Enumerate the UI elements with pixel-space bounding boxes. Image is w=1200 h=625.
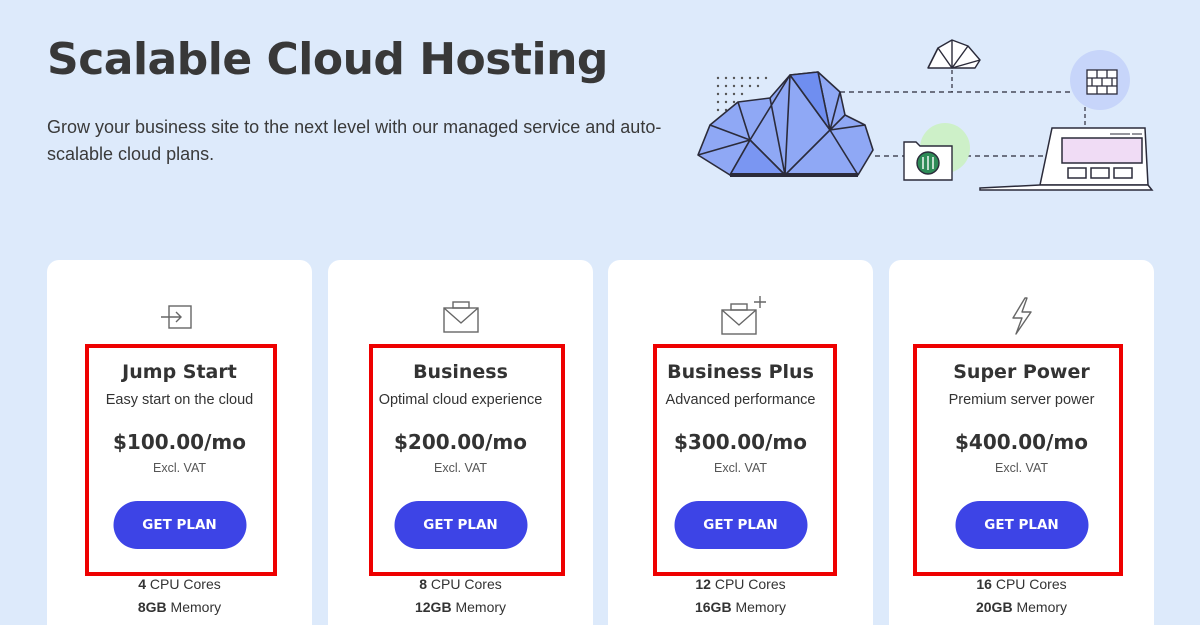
firewall-icon bbox=[1086, 69, 1118, 95]
memory-amount: 16GB bbox=[694, 599, 732, 615]
spec-cpu: 4 CPU Cores bbox=[47, 576, 312, 592]
cpu-label: CPU Cores bbox=[991, 576, 1067, 592]
cpu-count: 12 bbox=[695, 576, 711, 592]
spec-memory: 8GB Memory bbox=[47, 599, 312, 615]
get-plan-button[interactable]: GET PLAN bbox=[955, 501, 1088, 549]
plan-tagline: Advanced performance bbox=[665, 392, 816, 408]
spec-cpu: 16 CPU Cores bbox=[889, 576, 1154, 592]
cpu-count: 8 bbox=[419, 576, 428, 592]
spec-memory: 12GB Memory bbox=[328, 599, 593, 615]
plan-price: $400.00/mo bbox=[955, 430, 1088, 454]
get-plan-button[interactable]: GET PLAN bbox=[674, 501, 807, 549]
memory-label: Memory bbox=[451, 599, 507, 615]
plan-vat-note: Excl. VAT bbox=[713, 461, 767, 475]
arrow-into-box-icon bbox=[160, 305, 192, 329]
cpu-label: CPU Cores bbox=[427, 576, 502, 592]
laptop-icon bbox=[979, 127, 1154, 191]
spec-memory: 16GB Memory bbox=[608, 599, 873, 615]
plan-vat-note: Excl. VAT bbox=[433, 461, 487, 475]
plan-tagline: Easy start on the cloud bbox=[105, 392, 254, 408]
plan-name: Business bbox=[413, 361, 508, 383]
memory-label: Memory bbox=[731, 599, 787, 615]
plan-tagline: Premium server power bbox=[948, 392, 1095, 408]
small-cloud-icon bbox=[927, 39, 981, 69]
cpu-label: CPU Cores bbox=[710, 576, 786, 592]
spec-cpu: 12 CPU Cores bbox=[608, 576, 873, 592]
cpu-count: 4 bbox=[138, 576, 147, 592]
get-plan-button[interactable]: GET PLAN bbox=[113, 501, 246, 549]
page-subtitle: Grow your business site to the next leve… bbox=[47, 117, 662, 164]
memory-amount: 8GB bbox=[137, 599, 167, 615]
spec-cpu: 8 CPU Cores bbox=[328, 576, 593, 592]
plan-price: $200.00/mo bbox=[394, 430, 527, 454]
plan-name: Super Power bbox=[953, 361, 1090, 383]
envelope-box-plus-icon bbox=[720, 296, 766, 335]
memory-label: Memory bbox=[166, 599, 222, 615]
cpu-count: 16 bbox=[976, 576, 992, 592]
plan-vat-note: Excl. VAT bbox=[994, 461, 1048, 475]
plan-card-super-power: Super Power Premium server power $400.00… bbox=[889, 260, 1154, 625]
cloud-network-illustration bbox=[697, 39, 1154, 191]
plan-name: Business Plus bbox=[667, 361, 814, 383]
spec-memory: 20GB Memory bbox=[889, 599, 1154, 615]
page-title: Scalable Cloud Hosting bbox=[47, 34, 608, 85]
pricing-cards: Jump Start Easy start on the cloud $100.… bbox=[47, 260, 1155, 625]
memory-amount: 12GB bbox=[414, 599, 452, 615]
memory-label: Memory bbox=[1012, 599, 1068, 615]
lightning-bolt-icon bbox=[1011, 297, 1032, 335]
plan-card-business-plus: Business Plus Advanced performance $300.… bbox=[608, 260, 873, 625]
get-plan-button[interactable]: GET PLAN bbox=[394, 501, 527, 549]
plan-price: $300.00/mo bbox=[674, 430, 807, 454]
memory-amount: 20GB bbox=[975, 599, 1013, 615]
plan-price: $100.00/mo bbox=[113, 430, 246, 454]
cpu-label: CPU Cores bbox=[146, 576, 221, 592]
envelope-box-icon bbox=[442, 301, 479, 333]
plan-vat-note: Excl. VAT bbox=[152, 461, 206, 475]
cloud-icon bbox=[697, 71, 874, 177]
plan-name: Jump Start bbox=[122, 361, 237, 383]
plan-tagline: Optimal cloud experience bbox=[378, 392, 543, 408]
plan-card-business: Business Optimal cloud experience $200.0… bbox=[328, 260, 593, 625]
folder-settings-icon bbox=[903, 141, 953, 181]
plan-card-jump-start: Jump Start Easy start on the cloud $100.… bbox=[47, 260, 312, 625]
